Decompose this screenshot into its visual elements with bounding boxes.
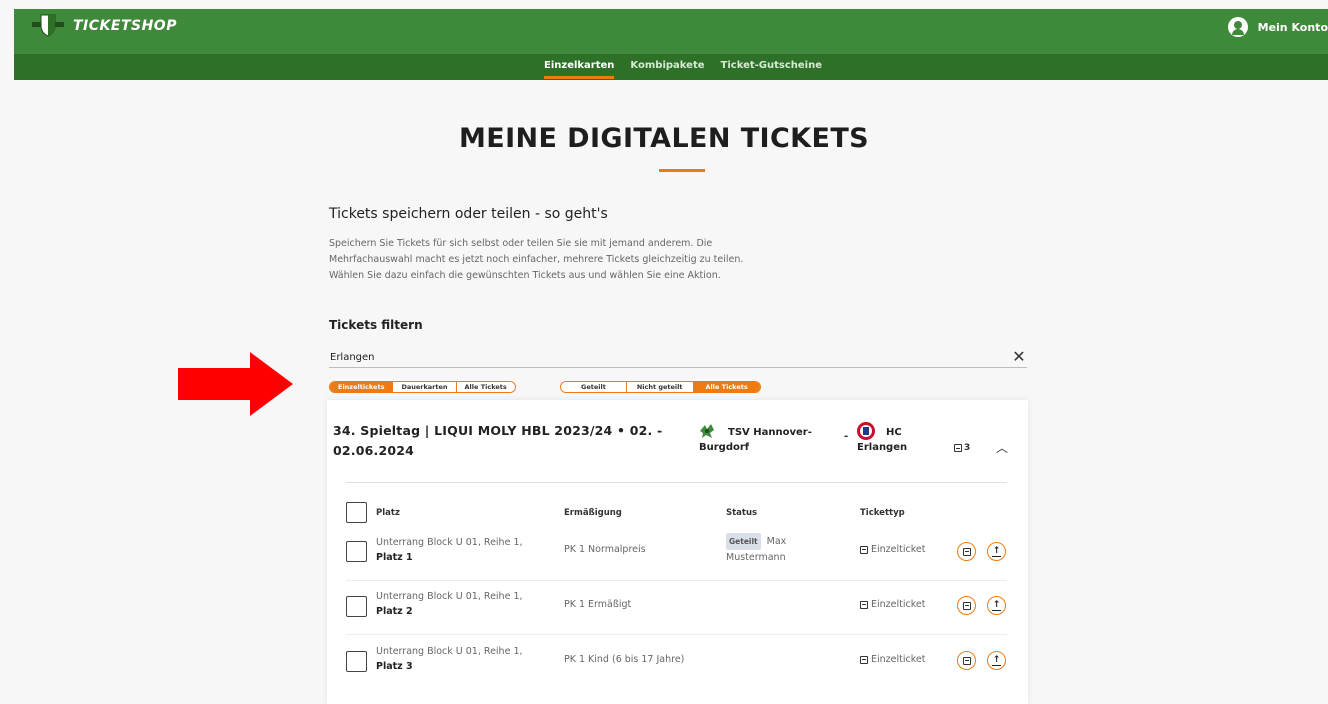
ticket-2-seat: Unterrang Block U 01, Reihe 1, Platz 2 [376,589,523,619]
ticket-3-discount: PK 1 Kind (6 bis 17 Jahre) [564,654,685,665]
ticket-icon [860,600,868,609]
ticket-1-share-button[interactable]: ↑ [987,542,1006,561]
ticket-1-checkbox[interactable] [346,541,367,562]
chevron-up-icon[interactable]: ︿ [995,439,1009,455]
ticket-3-type-label: Einzelticket [871,654,926,665]
chip-dauerkarten[interactable]: Dauerkarten [393,382,457,392]
main-nav: Einzelkarten Kombipakete Ticket-Gutschei… [14,54,1328,80]
ticket-3-share-button[interactable]: ↑ [987,651,1006,670]
ticket-1-discount: PK 1 Normalpreis [564,544,646,555]
event-card: 34. Spieltag | LIQUI MOLY HBL 2023/24 • … [327,400,1028,704]
ticket-3-checkbox[interactable] [346,651,367,672]
top-bar: TICKETSHOP Mein Konto [14,9,1328,54]
nav-ticket-gutscheine[interactable]: Ticket-Gutscheine [721,60,823,71]
ticket-icon [962,601,971,610]
status-badge: Geteilt [726,533,761,550]
arrow-icon [178,352,293,416]
ticket-1-type-label: Einzelticket [871,544,926,555]
search-input[interactable] [329,347,1027,368]
nav-einzelkarten[interactable]: Einzelkarten [544,60,615,79]
share-icon: ↑ [991,599,1002,611]
chip-alle-tickets-share[interactable]: Alle Tickets [693,382,760,392]
away-team: HC Erlangen [857,425,937,455]
filter-title: Tickets filtern [329,318,423,332]
share-icon: ↑ [991,654,1002,666]
col-seat: Platz [376,508,400,518]
ticket-2-seat-line: Unterrang Block U 01, Reihe 1, [376,591,523,602]
home-team-line1: TSV Hannover- [728,427,812,438]
col-discount: Ermäßigung [564,508,622,518]
ticket-1-seat-num: Platz 1 [376,552,413,563]
ticket-2-type: Einzelticket [860,599,925,610]
team-separator: - [844,431,849,442]
ticket-1-status-name-2: Mustermann [726,552,786,563]
share-icon: ↑ [991,545,1002,557]
ticket-type-filter: Einzeltickets Dauerkarten Alle Tickets [329,381,516,393]
shield-logo-icon[interactable] [32,13,64,37]
ticket-3-seat-line: Unterrang Block U 01, Reihe 1, [376,646,523,657]
title-underline [659,169,705,172]
chip-alle-tickets-type[interactable]: Alle Tickets [456,382,515,392]
ticket-3-seat: Unterrang Block U 01, Reihe 1, Platz 3 [376,644,523,674]
chip-geteilt[interactable]: Geteilt [561,382,627,392]
ticket-1-save-button[interactable] [957,542,976,561]
ticket-1-seat-line: Unterrang Block U 01, Reihe 1, [376,537,523,548]
ticket-3-save-button[interactable] [957,651,976,670]
select-all-checkbox[interactable] [346,502,367,523]
event-title: 34. Spieltag | LIQUI MOLY HBL 2023/24 • … [333,423,663,458]
away-team-line2: Erlangen [857,442,908,453]
ticket-icon [860,545,868,554]
col-status: Status [726,508,758,518]
ticket-1-status: Geteilt Max Mustermann [726,533,826,565]
ticket-1-type: Einzelticket [860,544,925,555]
ticket-3-type: Einzelticket [860,654,925,665]
share-status-filter: Geteilt Nicht geteilt Alle Tickets [560,381,761,393]
ticket-2-checkbox[interactable] [346,596,367,617]
chip-einzeltickets[interactable]: Einzeltickets [330,382,394,392]
account-icon [1227,17,1248,37]
howto-text: Speichern Sie Tickets für sich selbst od… [329,238,744,281]
ticket-2-seat-num: Platz 2 [376,606,413,617]
ticket-count-value: 3 [964,443,971,453]
account-button[interactable]: Mein Konto [1227,15,1328,39]
home-team: TSV Hannover- Burgdorf [699,425,839,455]
row-divider [346,580,1007,581]
page-title: MEINE DIGITALEN TICKETS [458,123,870,154]
card-divider [346,482,1007,483]
ticket-1-status-name-1: Max [766,536,787,547]
ticket-icon [962,547,971,556]
close-icon[interactable]: ✕ [1012,348,1026,366]
chip-nicht-geteilt[interactable]: Nicht geteilt [626,382,694,392]
ticket-count: 3 [954,443,970,453]
ticket-icon [860,655,868,664]
ticket-1-seat: Unterrang Block U 01, Reihe 1, Platz 1 [376,535,523,565]
away-team-line1: HC [886,427,902,438]
howto-title: Tickets speichern oder teilen - so geht'… [329,206,608,222]
ticket-3-seat-num: Platz 3 [376,661,413,672]
col-type: Tickettyp [860,508,905,518]
row-divider [346,634,1007,635]
brand-name[interactable]: TICKETSHOP [73,18,177,34]
ticket-2-discount: PK 1 Ermäßigt [564,599,632,610]
ticket-icon [954,444,962,452]
ticket-2-share-button[interactable]: ↑ [987,596,1006,615]
home-team-line2: Burgdorf [699,442,750,453]
ticket-2-save-button[interactable] [957,596,976,615]
ticket-2-type-label: Einzelticket [871,599,926,610]
ticket-icon [962,656,971,665]
nav-kombipakete[interactable]: Kombipakete [630,60,704,71]
account-label: Mein Konto [1257,20,1328,34]
